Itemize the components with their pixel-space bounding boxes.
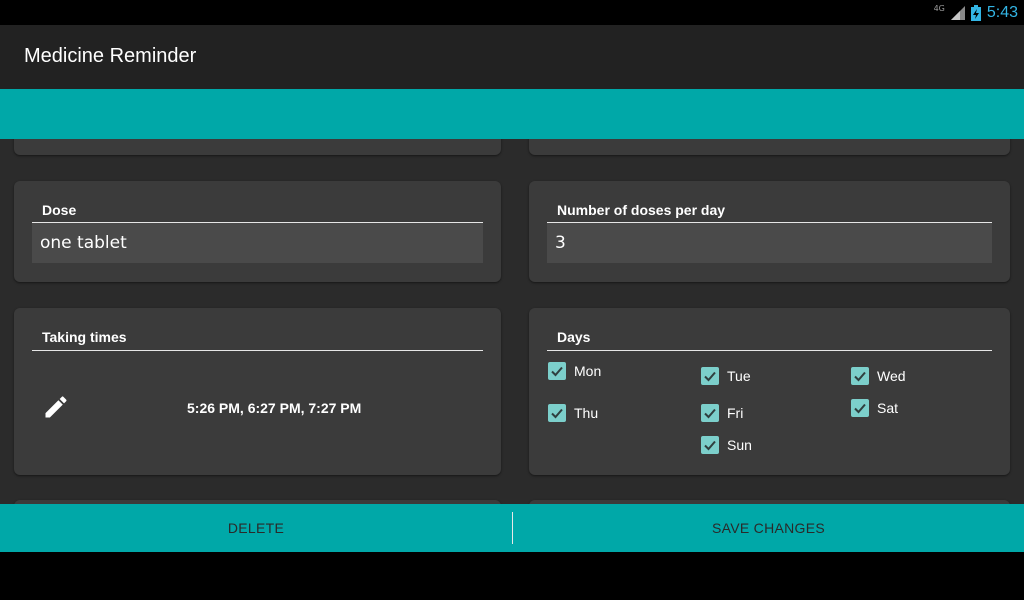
doses-per-day-value: 3 bbox=[555, 233, 566, 253]
card-partial-top-left bbox=[14, 139, 501, 155]
status-clock: 5:43 bbox=[986, 4, 1018, 21]
network-type: 4G bbox=[933, 3, 945, 13]
day-checkbox-tue[interactable]: Tue bbox=[701, 367, 751, 385]
doses-per-day-card: Number of doses per day 3 bbox=[529, 181, 1010, 282]
checkbox-checked-icon bbox=[548, 404, 566, 422]
dose-value: one tablet bbox=[40, 233, 127, 253]
bottom-action-bar: DELETE SAVE CHANGES bbox=[0, 504, 1024, 552]
checkbox-checked-icon bbox=[701, 367, 719, 385]
day-label: Thu bbox=[574, 405, 599, 421]
days-label: Days bbox=[557, 329, 591, 345]
day-label: Mon bbox=[574, 363, 602, 379]
day-checkbox-fri[interactable]: Fri bbox=[701, 404, 743, 422]
days-card: Days Mon Tue Wed Thu Fri Sat Sun bbox=[529, 308, 1010, 475]
day-checkbox-wed[interactable]: Wed bbox=[851, 367, 906, 385]
navigation-bar bbox=[0, 552, 1024, 600]
status-icons: 4G 5:43 bbox=[934, 2, 1018, 24]
app-title: Medicine Reminder bbox=[24, 45, 197, 67]
day-checkbox-mon[interactable]: Mon bbox=[548, 362, 601, 380]
day-label: Fri bbox=[727, 405, 744, 421]
save-changes-button[interactable]: SAVE CHANGES bbox=[513, 504, 1024, 552]
edit-times-icon[interactable] bbox=[42, 393, 70, 421]
doses-per-day-label: Number of doses per day bbox=[557, 202, 726, 218]
action-bar: Medicine Reminder bbox=[0, 25, 1024, 89]
days-divider bbox=[547, 350, 992, 351]
card-partial-top-right bbox=[529, 139, 1010, 155]
taking-times-label: Taking times bbox=[42, 329, 127, 345]
header-strip bbox=[0, 89, 1024, 139]
taking-times-value[interactable]: 5:26 PM, 6:27 PM, 7:27 PM bbox=[187, 400, 361, 416]
battery-icon bbox=[970, 5, 981, 21]
checkbox-checked-icon bbox=[851, 399, 869, 417]
status-bar: 4G 5:43 bbox=[0, 0, 1024, 25]
checkbox-checked-icon bbox=[851, 367, 869, 385]
doses-per-day-field[interactable]: 3 bbox=[547, 223, 992, 263]
taking-times-card: Taking times 5:26 PM, 6:27 PM, 7:27 PM bbox=[14, 308, 501, 475]
taking-times-divider bbox=[32, 350, 483, 351]
day-checkbox-sun[interactable]: Sun bbox=[701, 436, 752, 454]
checkbox-checked-icon bbox=[701, 404, 719, 422]
dose-field[interactable]: one tablet bbox=[32, 223, 483, 263]
form-scroll-area[interactable]: Dose one tablet Number of doses per day … bbox=[0, 139, 1024, 504]
day-checkbox-sat[interactable]: Sat bbox=[851, 399, 898, 417]
dose-card: Dose one tablet bbox=[14, 181, 501, 282]
day-label: Tue bbox=[727, 368, 751, 384]
day-label: Sun bbox=[727, 437, 752, 453]
day-label: Sat bbox=[877, 400, 899, 416]
day-label: Wed bbox=[877, 368, 906, 384]
checkbox-checked-icon bbox=[701, 436, 719, 454]
signal-icon bbox=[950, 6, 965, 20]
checkbox-checked-icon bbox=[548, 362, 566, 380]
delete-button[interactable]: DELETE bbox=[0, 504, 512, 552]
day-checkbox-thu[interactable]: Thu bbox=[548, 404, 598, 422]
dose-label: Dose bbox=[42, 202, 77, 218]
